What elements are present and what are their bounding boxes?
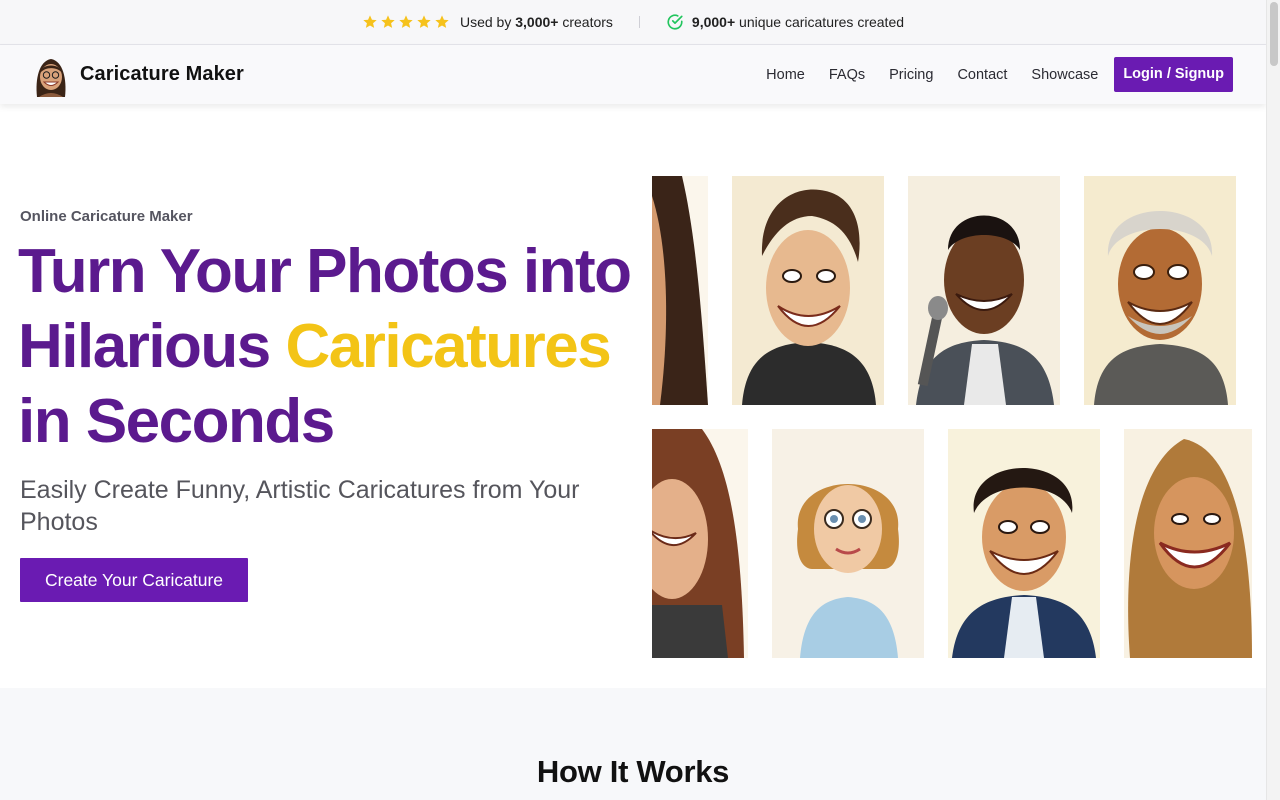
star-icon [417,15,431,28]
nav-contact-link[interactable]: Contact [957,67,1007,83]
top-info-bar: Used by 3,000+ creators 9,000+ unique ca… [0,0,1266,45]
caricature-image-1 [652,176,708,405]
brand-name: Caricature Maker [80,63,244,85]
created-count-text: 9,000+ unique caricatures created [691,14,905,30]
hero-subtitle: Easily Create Funny, Artistic Caricature… [20,476,580,536]
caricature-image-3 [908,176,1060,405]
nav-faqs-link[interactable]: FAQs [829,67,865,83]
login-signup-button[interactable]: Login / Signup [1114,57,1233,92]
primary-nav: Home FAQs Pricing Contact Showcase Login… [742,57,1233,92]
caricature-image-8 [1124,429,1252,658]
star-icon [399,15,413,28]
star-icon [381,15,395,28]
scrollbar-thumb[interactable] [1270,2,1278,66]
used-by-text: Used by 3,000+ creators [459,14,613,30]
hero-title-accent: Caricatures [285,312,612,381]
create-caricature-button[interactable]: Create Your Caricature [20,558,248,602]
divider [638,16,640,28]
nav-home-link[interactable]: Home [766,67,805,83]
main-navbar: Caricature Maker Home FAQs Pricing Conta… [0,45,1266,104]
rating-stars [362,14,450,30]
how-it-works-heading: How It Works [536,754,730,789]
brand-logo [31,52,71,97]
hero-eyebrow: Online Caricature Maker [20,208,193,225]
caricature-image-4 [1084,176,1236,405]
caricature-image-2 [732,176,884,405]
hero-title: Turn Your Photos into Hilarious Caricatu… [18,237,632,456]
how-it-works-section: How It Works [0,688,1266,800]
check-circle-icon [667,14,683,30]
star-icon [363,15,377,28]
caricature-image-6 [772,429,924,658]
page-scrollbar[interactable] [1266,0,1280,800]
caricature-image-5 [652,429,748,658]
nav-pricing-link[interactable]: Pricing [889,67,933,83]
star-icon [435,15,449,28]
brand-home-link[interactable]: Caricature Maker [31,52,244,97]
caricature-gallery [652,176,1252,658]
nav-showcase-link[interactable]: Showcase [1031,67,1098,83]
caricature-image-7 [948,429,1100,658]
